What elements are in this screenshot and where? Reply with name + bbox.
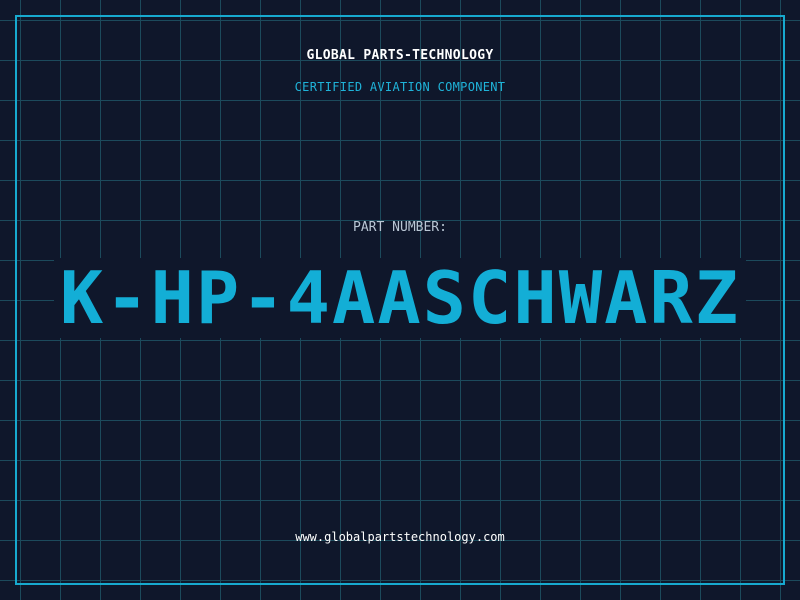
certification-subtitle: CERTIFIED AVIATION COMPONENT: [294, 80, 506, 94]
part-number-container: K-HP-4AASCHWARZ: [0, 258, 800, 338]
part-card: GLOBAL PARTS-TECHNOLOGY CERTIFIED AVIATI…: [0, 0, 800, 600]
part-number-value: K-HP-4AASCHWARZ: [53, 258, 747, 338]
website-url: www.globalpartstechnology.com: [295, 530, 505, 544]
part-number-label: PART NUMBER:: [353, 220, 447, 235]
company-name: GLOBAL PARTS-TECHNOLOGY: [306, 48, 494, 63]
